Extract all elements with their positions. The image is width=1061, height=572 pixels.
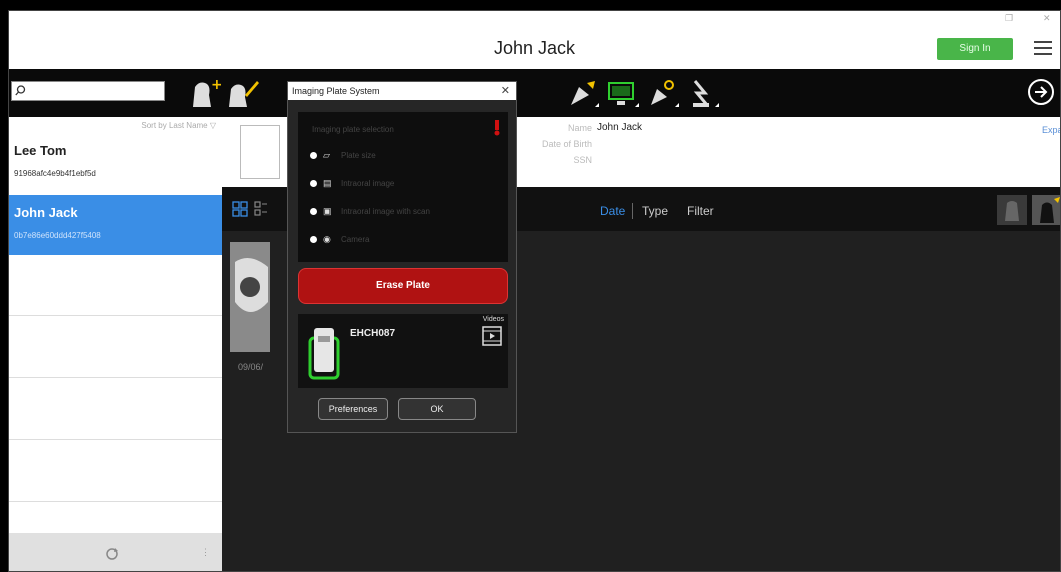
video-film-icon[interactable] (482, 326, 502, 346)
twain-button[interactable] (685, 77, 721, 111)
patient-photo[interactable] (240, 125, 280, 179)
sign-in-button[interactable]: Sign In (937, 38, 1013, 60)
sidebar-menu-icon[interactable]: ⋮ (201, 547, 210, 558)
next-arrow-button[interactable] (1028, 79, 1054, 105)
imaging-plate-dialog: Imaging Plate System ✕ Imaging plate sel… (287, 81, 517, 433)
divider (632, 203, 633, 219)
add-patient-button[interactable]: + (185, 77, 223, 111)
erase-plate-button[interactable]: Erase Plate (298, 268, 508, 304)
radio-button[interactable] (310, 208, 317, 215)
edit-patient-button[interactable] (225, 77, 261, 111)
divider (9, 439, 222, 440)
plate-scanner-icon (608, 82, 639, 107)
toolbar: + (9, 69, 1060, 117)
acquire-plate-button[interactable] (605, 77, 641, 111)
thumbnail-date: 09/06/ (238, 362, 264, 372)
image-scan-icon: ▣ (323, 206, 332, 216)
edit-patient-icon (229, 81, 259, 107)
plate-options-panel: Imaging plate selection ▱ Plate size ▤ Int… (298, 112, 508, 262)
patient-id: 0b7e86e60ddd427f5408 (14, 231, 101, 240)
dialog-close-icon[interactable]: ✕ (501, 84, 510, 97)
name-label: Name (567, 123, 592, 133)
camera-icon: ◉ (323, 234, 331, 244)
plate-icon: ▱ (323, 150, 330, 160)
name-value: John Jack (597, 122, 643, 133)
patient-list-item[interactable]: Lee Tom 91968afc4e9b4f1ebf5d (9, 135, 222, 179)
option-plate-size[interactable]: ▱ Plate size (310, 150, 376, 162)
close-window-icon[interactable]: ✕ (1043, 13, 1051, 24)
grid-view-icon[interactable] (232, 201, 248, 217)
filter-button[interactable]: Filter (687, 204, 714, 218)
list-view-icon[interactable] (254, 201, 268, 217)
divider (9, 501, 222, 502)
device-panel: EHCH087 Videos (298, 314, 508, 388)
dialog-title: Imaging Plate System (288, 82, 516, 100)
option-intraoral[interactable]: ▤ Intraoral image (310, 178, 394, 190)
restore-icon[interactable]: ❐ (1005, 13, 1013, 24)
patient-name: Lee Tom (14, 143, 67, 158)
refresh-icon[interactable] (105, 547, 119, 561)
app-title: John Jack (493, 38, 576, 58)
option-camera[interactable]: ◉ Camera (310, 234, 369, 246)
add-patient-icon: + (193, 77, 223, 107)
sensor-icon (571, 81, 599, 107)
radio-button[interactable] (310, 180, 317, 187)
acquire-xray-button[interactable] (645, 77, 681, 111)
sidebar-footer: ⋮ (9, 533, 222, 571)
search-icon (15, 85, 26, 96)
scanner-device-icon[interactable] (308, 324, 340, 380)
device-name: EHCH087 (350, 328, 396, 339)
radio-button[interactable] (310, 236, 317, 243)
preferences-button[interactable]: Preferences (318, 398, 388, 420)
dob-label: Date of Birth (541, 139, 592, 149)
svg-text:+: + (211, 77, 221, 93)
sort-by-type[interactable]: Type (642, 204, 668, 218)
patient-image-icon[interactable] (1032, 195, 1061, 225)
search-input[interactable] (11, 81, 165, 101)
sort-by-date[interactable]: Date (600, 204, 625, 218)
patient-sidebar: Sort by Last Name ▽ Lee Tom 91968afc4e9b… (9, 117, 222, 571)
alert-icon (494, 120, 500, 136)
radio-button[interactable] (310, 152, 317, 159)
patient-id: 91968afc4e9b4f1ebf5d (14, 169, 96, 178)
patient-list-item-selected[interactable]: John Jack 0b7e86e60ddd427f5408 (9, 195, 222, 255)
patient-name: John Jack (14, 205, 78, 220)
option-intraoral-scan[interactable]: ▣ Intraoral image with scan (310, 206, 430, 218)
videos-label: Videos (482, 316, 504, 323)
xray-tool-icon (651, 80, 679, 107)
sort-selector[interactable]: Sort by Last Name ▽ (141, 121, 216, 130)
image-icon: ▤ (323, 178, 332, 188)
app-window: ❐ ✕ John Jack Sign In + (8, 10, 1061, 572)
ssn-label: SSN (573, 155, 592, 165)
expand-link[interactable]: Expand (1042, 125, 1060, 135)
acquire-sensor-button[interactable] (565, 77, 601, 111)
image-view-icon[interactable] (997, 195, 1027, 225)
image-thumbnail[interactable] (230, 242, 270, 352)
arrow-right-icon (1035, 86, 1048, 98)
divider (9, 377, 222, 378)
divider (9, 315, 222, 316)
title-bar: ❐ ✕ John Jack Sign In (9, 11, 1060, 69)
twain-icon (693, 80, 719, 107)
ok-button[interactable]: OK (398, 398, 476, 420)
menu-icon[interactable] (1034, 41, 1052, 55)
options-heading: Imaging plate selection (312, 125, 394, 134)
